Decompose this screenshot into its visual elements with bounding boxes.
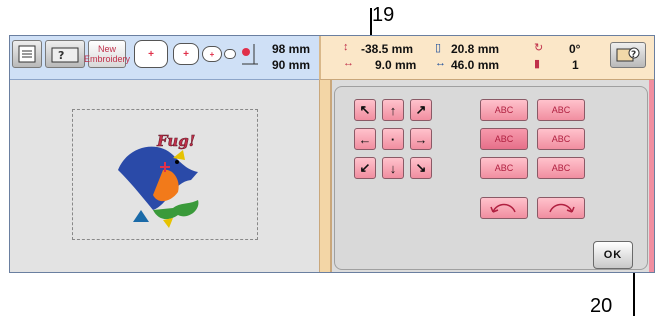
hoop-size-icon [242, 44, 258, 65]
side-tab[interactable] [649, 80, 654, 272]
text-circle-button[interactable]: ABC [537, 128, 585, 150]
rotate-left-icon [490, 203, 516, 213]
hoop-marker: + [209, 49, 215, 59]
callout-19: 19 [372, 4, 395, 26]
text-straight-button[interactable]: ABC [480, 99, 528, 121]
thread-spool-icon: ▮ [534, 58, 541, 70]
move-left-button[interactable]: ← [354, 128, 376, 150]
hoop-large-button[interactable]: + [134, 40, 168, 68]
new-embroidery-button[interactable]: New Embroidery [84, 40, 130, 68]
pane-divider [319, 80, 331, 272]
move-up-right-button[interactable]: ↗ [410, 99, 432, 121]
toolbar-left: ? New Embroidery + + + 98 mm 90 mm [10, 36, 319, 80]
list-icon-button[interactable] [12, 40, 42, 68]
move-up-button[interactable]: ↑ [382, 99, 404, 121]
rotate-right-icon [549, 203, 575, 213]
move-down-left-button[interactable]: ↙ [354, 157, 376, 179]
text-arc-up-button[interactable]: ABC [537, 99, 585, 121]
move-down-right-button[interactable]: ↘ [410, 157, 432, 179]
toolbar-right: ↕ ↔ -38.5 mm 9.0 mm ▯ ↔ 20.8 mm 46.0 mm … [319, 36, 654, 80]
hoop-small-button[interactable]: + [202, 46, 222, 62]
design-frame[interactable]: Fug! [72, 109, 258, 240]
hoop-marker: + [183, 48, 189, 60]
text-arc-bottom-button[interactable]: ABC [537, 157, 585, 179]
hoop-height: 98 mm [272, 42, 311, 56]
center-button[interactable]: · [382, 128, 404, 150]
help-book-icon: ? [616, 47, 640, 62]
new-embroidery-label-2: Embroidery [84, 54, 131, 64]
design-height: 20.8 mm [451, 42, 500, 56]
rotate-left-button[interactable] [480, 197, 528, 219]
machine-screen: ? New Embroidery + + + 98 mm 90 mm ↕ ↔ -3… [9, 35, 655, 273]
design-text: Fug! [156, 132, 195, 150]
edit-panel: ↖ ↑ ↗ ← · → ↙ ↓ ↘ ABC ABC ABC ABC ABC AB… [334, 86, 648, 270]
svg-text:?: ? [58, 49, 64, 62]
vertical-position-icon: ↕ [343, 41, 349, 53]
list-icon [18, 45, 36, 63]
bird-embroidery-image: Fug! [118, 132, 199, 228]
edit-pane: ↖ ↑ ↗ ← · → ↙ ↓ ↘ ABC ABC ABC ABC ABC AB… [331, 80, 649, 272]
text-arc-clockwise-button[interactable]: ABC [480, 128, 528, 150]
move-up-left-button[interactable]: ↖ [354, 99, 376, 121]
hoop-medium-button[interactable]: + [173, 43, 199, 65]
rotation-icon: ↻ [534, 42, 544, 54]
move-right-button[interactable]: → [410, 128, 432, 150]
svg-text:?: ? [631, 50, 636, 60]
position-x: 9.0 mm [375, 58, 417, 72]
preview-pane: Fug! [10, 80, 319, 272]
thread-count: 1 [572, 58, 579, 72]
text-arc-down-button[interactable]: ABC [480, 157, 528, 179]
position-y: -38.5 mm [361, 42, 414, 56]
new-embroidery-label-1: New [98, 44, 117, 54]
help-book-button[interactable]: ? [610, 42, 646, 68]
height-icon: ▯ [435, 42, 442, 54]
move-down-button[interactable]: ↓ [382, 157, 404, 179]
help-print-button[interactable]: ? [45, 40, 85, 68]
ok-button[interactable]: OK [593, 241, 633, 269]
width-icon: ↔ [435, 57, 446, 69]
rotation-value: 0° [569, 42, 581, 56]
machine-help-icon: ? [51, 47, 79, 63]
horizontal-position-icon: ↔ [343, 57, 354, 69]
callout-20: 20 [590, 295, 613, 317]
rotate-right-button[interactable] [537, 197, 585, 219]
design-width: 46.0 mm [451, 58, 500, 72]
hoop-marker: + [148, 48, 154, 60]
hoop-mini-button[interactable] [224, 49, 236, 59]
hoop-width: 90 mm [272, 58, 311, 72]
